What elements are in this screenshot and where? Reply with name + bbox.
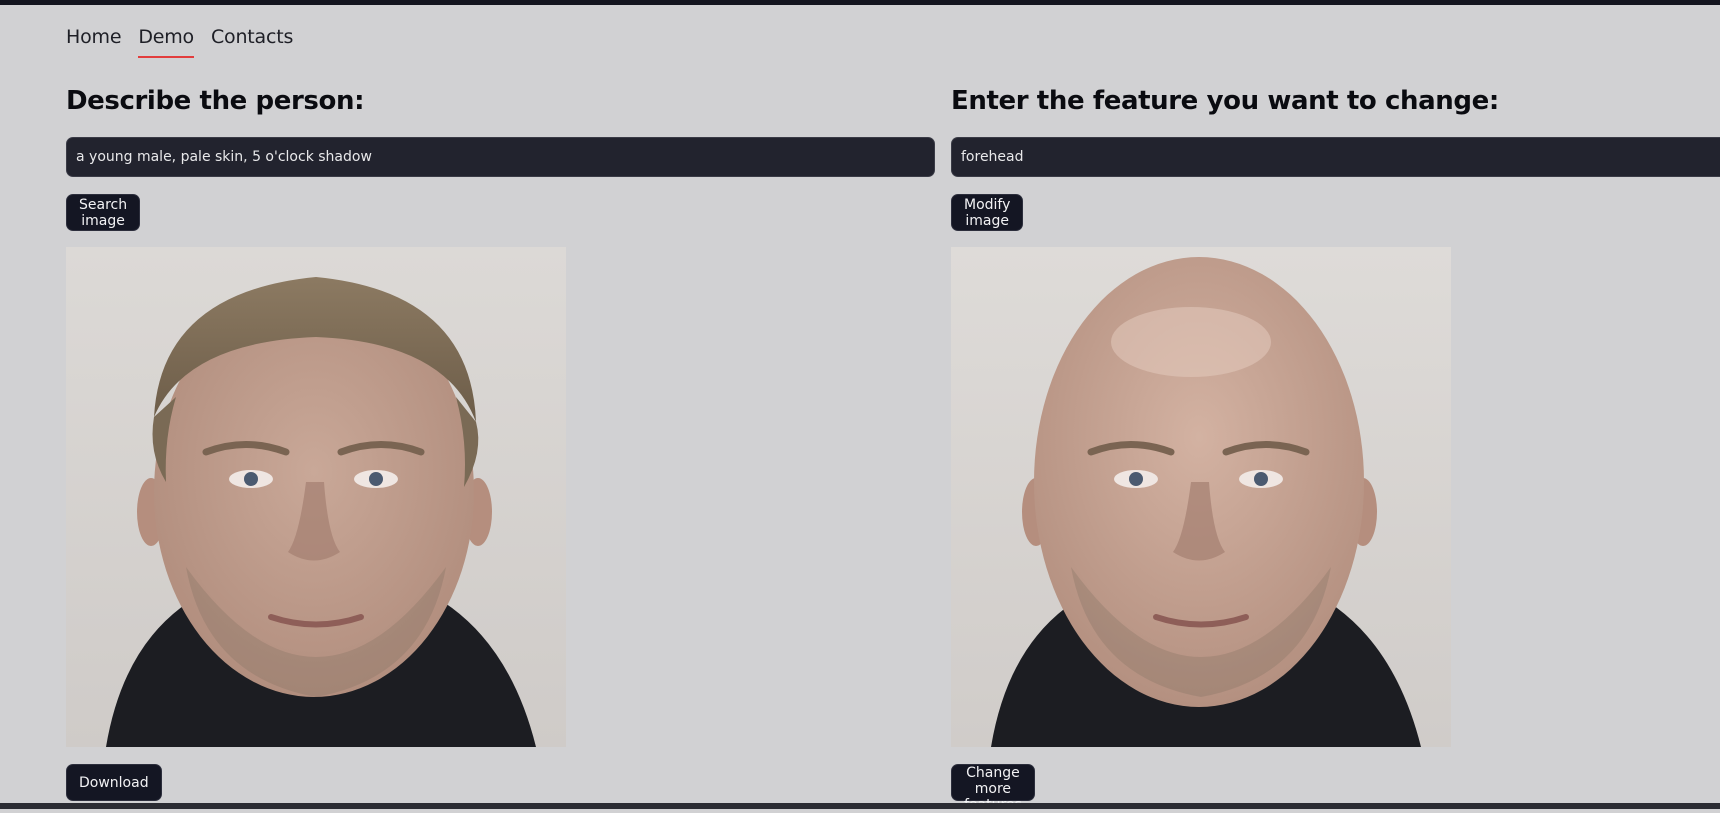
describe-input[interactable] (66, 137, 935, 177)
top-navigation: Home Demo Contacts (66, 26, 293, 58)
nav-home[interactable]: Home (66, 26, 122, 58)
nav-contacts[interactable]: Contacts (211, 26, 293, 58)
top-bar (0, 0, 1720, 5)
modify-image-button[interactable]: Modify image (951, 194, 1024, 231)
describe-heading: Describe the person: (66, 86, 365, 116)
download-button[interactable]: Download (66, 764, 162, 801)
modified-portrait-image (951, 247, 1451, 747)
search-image-button[interactable]: Search image (66, 194, 141, 231)
modify-heading: Enter the feature you want to change: (951, 86, 1499, 116)
bottom-bar (0, 803, 1720, 809)
feature-input[interactable] (951, 137, 1720, 177)
nav-demo[interactable]: Demo (138, 26, 194, 58)
generated-portrait-image (66, 247, 566, 747)
change-more-features-button[interactable]: Change more features (951, 764, 1035, 813)
